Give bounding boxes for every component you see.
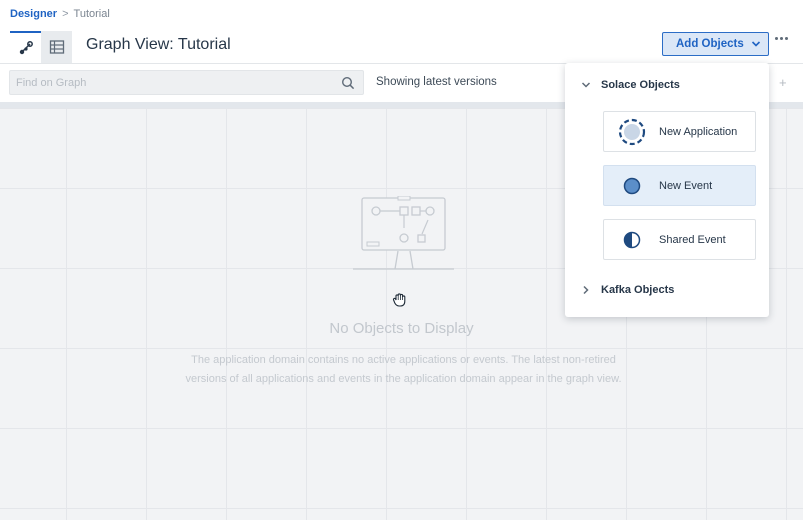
plus-icon[interactable]: + xyxy=(779,75,787,90)
tab-table-view[interactable] xyxy=(41,31,72,63)
breadcrumb: Designer > Tutorial xyxy=(10,8,110,20)
application-icon xyxy=(604,118,659,146)
shared-event-item[interactable]: Shared Event xyxy=(603,219,756,260)
kafka-objects-section[interactable]: Kafka Objects xyxy=(581,284,674,296)
graph-icon xyxy=(19,41,33,55)
new-event-item[interactable]: New Event xyxy=(603,165,756,206)
page-title: Graph View: Tutorial xyxy=(86,36,231,53)
solace-objects-section[interactable]: Solace Objects xyxy=(581,79,680,91)
chevron-down-icon xyxy=(581,82,591,88)
kafka-objects-label: Kafka Objects xyxy=(601,284,675,296)
chevron-down-icon[interactable] xyxy=(744,33,768,55)
table-icon xyxy=(49,40,64,54)
new-event-label: New Event xyxy=(659,179,713,192)
search-icon[interactable] xyxy=(341,76,355,90)
shared-event-label: Shared Event xyxy=(659,233,726,246)
graph-search xyxy=(9,70,364,95)
new-application-label: New Application xyxy=(659,125,738,138)
hand-cursor-icon xyxy=(392,293,406,307)
event-icon xyxy=(604,176,659,196)
versions-status: Showing latest versions xyxy=(376,76,497,88)
breadcrumb-current: Tutorial xyxy=(73,8,110,20)
search-input[interactable] xyxy=(10,71,330,94)
new-application-item[interactable]: New Application xyxy=(603,111,756,152)
breadcrumb-separator: > xyxy=(62,8,69,20)
chevron-right-icon xyxy=(583,285,589,295)
tab-graph-view[interactable] xyxy=(10,31,41,63)
shared-event-icon xyxy=(604,230,659,250)
more-options-icon[interactable] xyxy=(775,37,788,40)
view-tabs xyxy=(10,31,72,63)
breadcrumb-designer-link[interactable]: Designer xyxy=(10,8,57,20)
solace-objects-label: Solace Objects xyxy=(601,79,680,91)
add-objects-label: Add Objects xyxy=(676,38,744,50)
empty-state-description: The application domain contains no activ… xyxy=(185,354,622,385)
empty-state-title: No Objects to Display xyxy=(329,320,474,337)
add-objects-menu: Solace Objects New Application New Event… xyxy=(565,63,769,317)
add-objects-button[interactable]: Add Objects xyxy=(662,32,769,56)
empty-board-icon xyxy=(353,196,454,270)
